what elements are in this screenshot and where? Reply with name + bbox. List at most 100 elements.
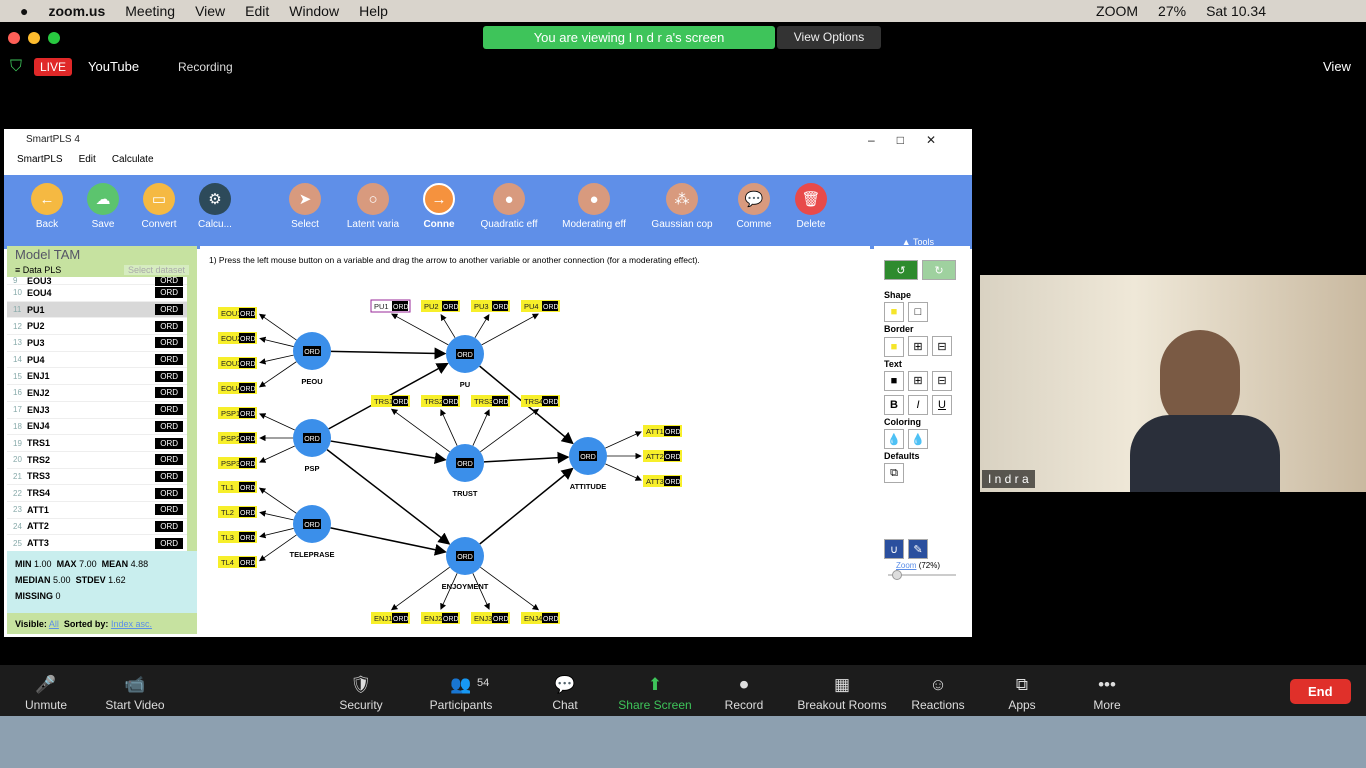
indicator-row[interactable]: 12 PU2 ORD [7,318,187,336]
clock[interactable]: Sat 10.34 [1206,3,1266,19]
color-fill-icon[interactable]: 💧 [884,429,904,449]
indicator-arrow[interactable] [391,313,449,346]
menu-calculate[interactable]: Calculate [112,151,154,169]
indicator-row[interactable]: 13 PU3 ORD [7,335,187,352]
indicator-psp2[interactable]: PSP2 ORD [218,432,257,444]
indicator-arrow[interactable] [259,336,294,347]
border-increase-button[interactable]: ⊞ [908,336,928,356]
indicator-arrow[interactable] [472,409,490,446]
indicator-arrow[interactable] [259,528,294,539]
participant-video[interactable]: I n d r a [980,275,1366,492]
control-more-button[interactable]: ••• More [1093,675,1120,712]
window-controls[interactable]: –□✕ [868,129,958,151]
indicator-eou1[interactable]: EOU1ORD [218,307,257,319]
path-psp-trust[interactable] [330,440,447,465]
battery-status[interactable]: 27% [1158,3,1186,19]
sort-order[interactable]: Index asc. [111,619,152,629]
indicator-row[interactable]: 15 ENJ1 ORD [7,368,187,386]
indicator-arrow[interactable] [480,566,540,611]
indicator-arrow[interactable] [480,408,540,453]
shape-rect-button[interactable]: □ [908,302,928,322]
indicator-row[interactable]: 19 TRS1 ORD [7,435,187,452]
indicator-list[interactable]: 9 EOU3 ORD 10 EOU4 ORD 11 PU1 ORD 12 PU2 ORD 13 PU3 OR… [7,277,187,551]
menu-view[interactable]: View [195,3,225,19]
indicator-row[interactable]: 21 TRS3 ORD [7,468,187,486]
indicator-psp1[interactable]: PSP1 ORD [218,407,257,419]
border-decrease-button[interactable]: ⊟ [932,336,952,356]
pen-button[interactable]: ✎ [908,539,928,559]
toolbar-latent-varia-button[interactable]: ○ Latent varia [338,183,408,230]
indicator-arrow[interactable] [259,510,294,521]
indicator-row[interactable]: 22 TRS4 ORD [7,485,187,502]
indicator-arrow[interactable] [390,408,450,453]
indicator-arrow[interactable] [259,354,294,365]
indicator-arrow[interactable] [258,487,297,514]
border-color-button[interactable]: ■ [884,336,904,357]
indicator-arrow[interactable] [605,431,642,449]
select-dataset-button[interactable]: Select dataset [123,265,189,275]
path-peou-pu[interactable] [330,347,447,360]
defaults-button[interactable]: ⧉ [884,463,904,483]
path-trust-attitude[interactable] [483,451,570,464]
indicator-row[interactable]: 11 PU1 ORD [7,301,187,319]
control-share-screen-button[interactable]: ⬆ Share Screen [618,675,691,712]
indicator-arrow[interactable] [440,409,458,446]
toolbar-calcu-button[interactable]: ⚙ Calcu... [180,183,250,230]
control-record-button[interactable]: ⏺ Record [725,675,764,712]
indicator-tl1[interactable]: TL1 ORD [218,481,257,493]
indicator-row[interactable]: 14 PU4 ORD [7,351,187,369]
indicator-row[interactable]: 16 ENJ2 ORD [7,385,187,402]
text-color-button[interactable]: ■ [884,371,904,391]
indicator-eou4[interactable]: EOU4ORD [218,382,257,394]
toolbar-conne-button[interactable]: → Conne [404,183,474,230]
close-button[interactable] [8,32,20,44]
indicator-pu1[interactable]: PU1 ORD [370,299,411,313]
menu-smartpls[interactable]: SmartPLS [17,151,63,169]
control-participants-button[interactable]: 👥 Participants [430,675,493,712]
indicator-arrow[interactable] [474,314,490,338]
indicator-arrow[interactable] [258,313,297,341]
indicator-tl2[interactable]: TL2 ORD [218,506,257,518]
menu-window[interactable]: Window [289,3,339,19]
indicator-row[interactable]: 9 EOU3 ORD [7,277,187,286]
model-canvas[interactable]: 1) Press the left mouse button on a vari… [200,246,870,634]
indicator-arrow[interactable] [481,313,539,346]
latent-trust[interactable]: ORD TRUST [446,444,484,498]
redo-button[interactable]: ↻ [922,260,956,280]
indicator-enj2[interactable]: ENJ2 ORD [421,612,460,624]
zoom-slider[interactable] [888,570,956,580]
zoom-status[interactable]: ZOOM [1096,3,1138,19]
maximize-button[interactable] [48,32,60,44]
indicator-row[interactable]: 25 ATT3 ORD [7,535,187,551]
toolbar-select-button[interactable]: ➤ Select [270,183,340,230]
magnet-button[interactable]: ∪ [884,539,904,559]
indicator-row[interactable]: 10 EOU4 ORD [7,285,187,302]
color-fill-dark-icon[interactable]: 💧 [908,429,928,449]
control-apps-button[interactable]: ⧉ Apps [1008,675,1035,712]
text-decrease-button[interactable]: ⊟ [932,370,952,391]
toolbar-delete-button[interactable]: 🗑 Delete [776,183,846,230]
indicator-trs4[interactable]: TRS4 ORD [521,395,560,407]
indicator-arrow[interactable] [258,361,297,388]
stream-dropdown[interactable]: YouTube [88,59,139,74]
latent-pu[interactable]: ORD PU [446,335,484,389]
control-security-button[interactable]: 🛡 Security [339,675,382,712]
undo-button[interactable]: ↺ [884,260,918,280]
indicator-arrow[interactable] [440,314,456,338]
italic-button[interactable]: I [908,395,928,415]
view-options-button[interactable]: View Options [777,26,881,49]
indicator-pu4[interactable]: PU4 ORD [521,300,560,312]
indicator-tl4[interactable]: TL4 ORD [218,556,257,568]
indicator-arrow[interactable] [259,445,295,463]
indicator-trs2[interactable]: TRS2 ORD [421,395,460,407]
bold-button[interactable]: B [884,395,904,415]
indicator-arrow[interactable] [259,413,295,431]
indicator-pu3[interactable]: PU3 ORD [471,300,510,312]
indicator-enj1[interactable]: ENJ1 ORD [371,612,410,624]
end-button[interactable]: End [1290,679,1351,704]
indicator-row[interactable]: 17 ENJ3 ORD [7,401,187,419]
apple-icon[interactable]: ● [20,3,28,19]
shape-fill-button[interactable]: ■ [884,302,904,322]
zoom-link[interactable]: Zoom [896,561,916,570]
control-reactions-button[interactable]: ☺ Reactions [911,675,964,712]
